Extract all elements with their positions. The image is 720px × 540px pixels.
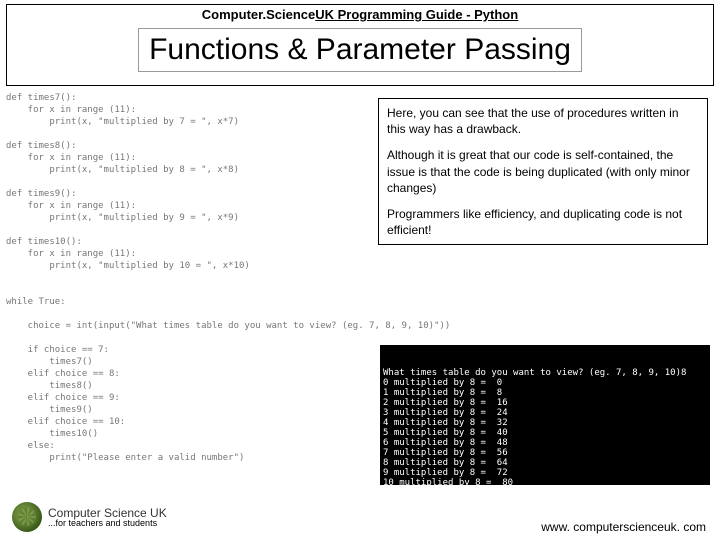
code-text: def times7(): for x in range (11): print… bbox=[6, 92, 336, 464]
explanation-box: Here, you can see that the use of proced… bbox=[378, 98, 708, 245]
small-title: Computer.ScienceUK Programming Guide - P… bbox=[7, 5, 713, 22]
code-sample: def times7(): for x in range (11): print… bbox=[6, 92, 336, 464]
main-title: Functions & Parameter Passing bbox=[138, 28, 582, 72]
small-title-left: Computer.Science bbox=[202, 7, 315, 22]
terminal-output: What times table do you want to view? (e… bbox=[380, 345, 710, 485]
logo-tagline: ...for teachers and students bbox=[48, 519, 167, 528]
small-title-right: Python bbox=[474, 7, 518, 22]
main-title-wrap: Functions & Parameter Passing bbox=[7, 22, 713, 72]
globe-icon bbox=[12, 502, 42, 532]
header-frame: Computer.ScienceUK Programming Guide - P… bbox=[6, 4, 714, 86]
small-title-mid: UK Programming Guide - bbox=[315, 7, 474, 22]
brand-logo: Computer Science UK ...for teachers and … bbox=[12, 502, 167, 532]
explanation-p1: Here, you can see that the use of proced… bbox=[387, 105, 699, 137]
footer-url: www. computerscienceuk. com bbox=[541, 520, 706, 534]
explanation-p3: Programmers like efficiency, and duplica… bbox=[387, 206, 699, 238]
logo-text: Computer Science UK ...for teachers and … bbox=[48, 507, 167, 528]
terminal-text: What times table do you want to view? (e… bbox=[383, 368, 707, 485]
explanation-p2: Although it is great that our code is se… bbox=[387, 147, 699, 196]
logo-brand: Computer Science UK bbox=[48, 507, 167, 519]
